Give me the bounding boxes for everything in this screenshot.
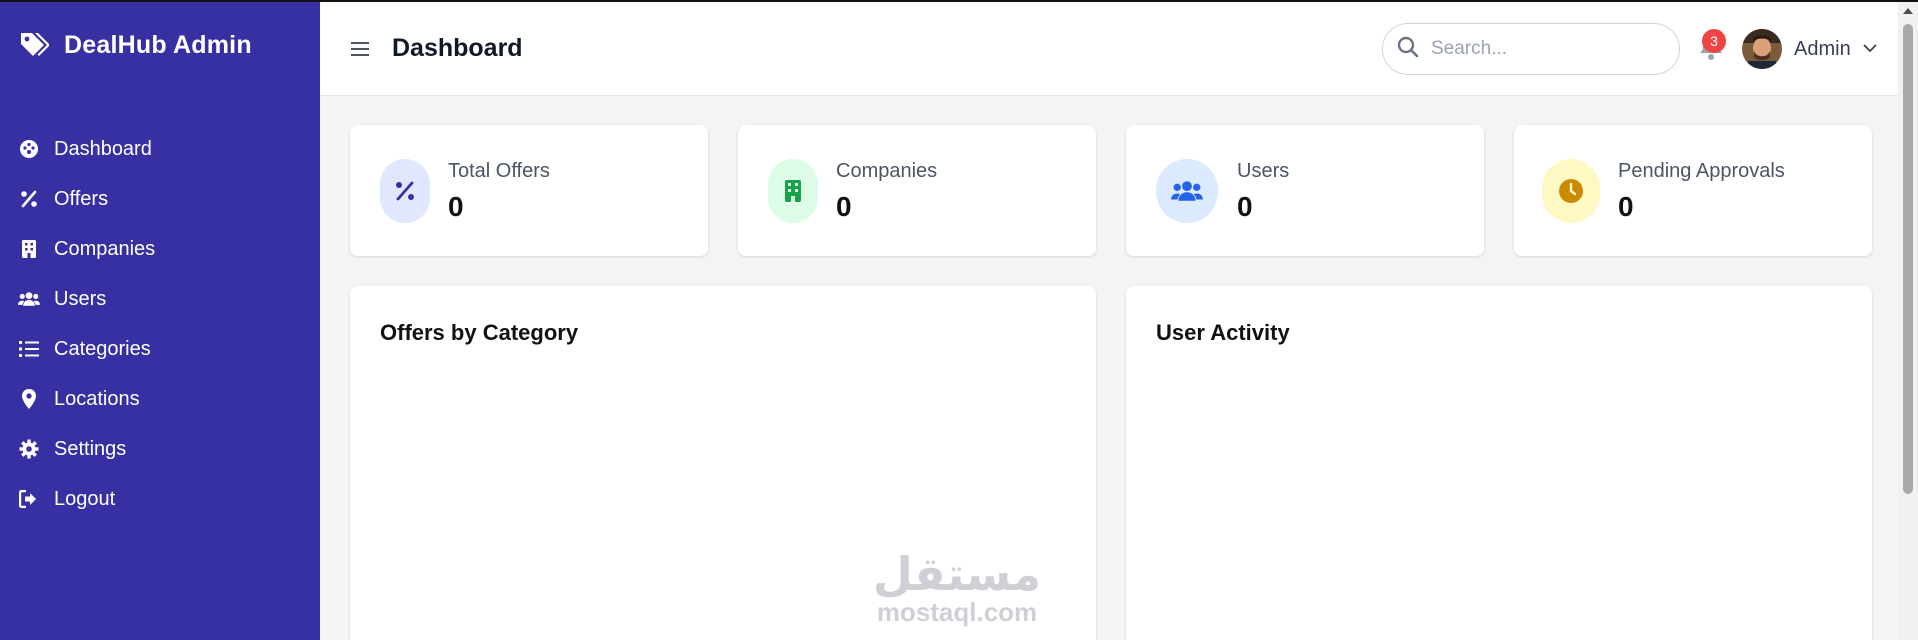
sidebar-item-label: Categories	[54, 337, 151, 360]
stat-card-users: Users 0	[1126, 125, 1484, 256]
sidebar-item-label: Locations	[54, 387, 140, 410]
stat-card-pending-approvals: Pending Approvals 0	[1514, 125, 1872, 256]
panel-user-activity: User Activity	[1126, 286, 1872, 640]
watermark: مستقل mostaql.com	[872, 550, 1042, 626]
sidebar-item-label: Settings	[54, 437, 127, 460]
map-pin-icon	[18, 388, 40, 410]
building-icon	[768, 159, 818, 223]
stat-card-total-offers: Total Offers 0	[350, 125, 708, 256]
stat-label: Total Offers	[448, 160, 550, 182]
sidebar-item-label: Users	[54, 287, 107, 310]
building-icon	[18, 238, 40, 260]
stat-label: Pending Approvals	[1618, 160, 1785, 182]
notification-badge: 3	[1702, 29, 1726, 53]
stat-value: 0	[1237, 191, 1253, 222]
watermark-latin: mostaql.com	[876, 597, 1038, 627]
avatar	[1742, 29, 1782, 69]
logout-icon	[18, 488, 40, 510]
sidebar-nav: Dashboard Offers Companies Users Categor…	[0, 124, 320, 524]
sidebar-item-logout[interactable]: Logout	[0, 474, 320, 524]
users-icon	[18, 288, 40, 310]
vertical-scrollbar[interactable]	[1898, 2, 1918, 640]
clock-icon	[1542, 159, 1600, 223]
tags-icon	[18, 29, 50, 61]
search-input[interactable]	[1431, 38, 1651, 60]
stat-card-companies: Companies 0	[738, 125, 1096, 256]
sidebar-item-users[interactable]: Users	[0, 274, 320, 324]
sidebar-item-label: Logout	[54, 487, 116, 510]
watermark-arabic: مستقل	[872, 547, 1042, 601]
topbar: Dashboard 3 Admin	[320, 2, 1898, 96]
scroll-thumb[interactable]	[1903, 24, 1913, 494]
sidebar-item-label: Companies	[54, 237, 156, 260]
panel-title: User Activity	[1156, 320, 1290, 345]
search-box[interactable]	[1382, 23, 1680, 75]
sidebar-item-companies[interactable]: Companies	[0, 224, 320, 274]
user-menu[interactable]: Admin	[1742, 29, 1877, 69]
stat-label: Companies	[836, 160, 938, 182]
scroll-up-arrow-icon[interactable]	[1903, 8, 1913, 14]
stat-value: 0	[448, 191, 464, 222]
user-name: Admin	[1794, 37, 1851, 60]
panel-title: Offers by Category	[380, 320, 579, 345]
sidebar-item-offers[interactable]: Offers	[0, 174, 320, 224]
palette-gauge-icon	[18, 138, 40, 160]
percent-icon	[18, 188, 40, 210]
users-icon	[1156, 159, 1218, 223]
stat-value: 0	[1618, 191, 1634, 222]
list-icon	[18, 338, 40, 360]
chevron-down-icon	[1863, 40, 1877, 58]
sidebar-item-locations[interactable]: Locations	[0, 374, 320, 424]
gear-icon	[18, 438, 40, 460]
sidebar-item-dashboard[interactable]: Dashboard	[0, 124, 320, 174]
sidebar-item-categories[interactable]: Categories	[0, 324, 320, 374]
brand-name: DealHub Admin	[64, 30, 252, 59]
brand[interactable]: DealHub Admin	[0, 2, 320, 88]
search-icon	[1397, 36, 1419, 63]
percent-icon	[380, 159, 430, 223]
sidebar-item-label: Dashboard	[54, 137, 152, 160]
hamburger-menu-icon[interactable]	[348, 37, 372, 61]
page-title: Dashboard	[392, 34, 523, 62]
sidebar: DealHub Admin Dashboard Offers Companies…	[0, 2, 320, 640]
sidebar-item-label: Offers	[54, 187, 109, 210]
stat-value: 0	[836, 191, 852, 222]
stat-label: Users	[1237, 160, 1290, 182]
sidebar-item-settings[interactable]: Settings	[0, 424, 320, 474]
